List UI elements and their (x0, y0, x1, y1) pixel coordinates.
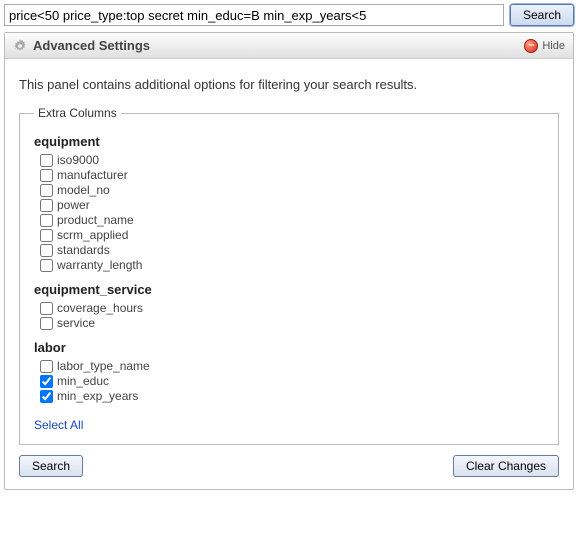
checkbox-label: coverage_hours (57, 301, 143, 315)
hide-label: Hide (542, 40, 565, 52)
checkbox-row-product_name[interactable]: product_name (40, 213, 544, 227)
checkbox-label: standards (57, 243, 110, 257)
checkbox-model_no[interactable] (40, 184, 53, 197)
checkbox-label: min_exp_years (57, 389, 138, 403)
checkbox-row-model_no[interactable]: model_no (40, 183, 544, 197)
checkbox-warranty_length[interactable] (40, 259, 53, 272)
checkbox-label: labor_type_name (57, 359, 150, 373)
clear-changes-button[interactable]: Clear Changes (453, 455, 559, 477)
search-button-top[interactable]: Search (510, 4, 574, 26)
checkbox-label: iso9000 (57, 153, 99, 167)
checkbox-min_educ[interactable] (40, 375, 53, 388)
checkbox-manufacturer[interactable] (40, 169, 53, 182)
checkbox-label: power (57, 198, 90, 212)
panel-header: Advanced Settings – Hide (5, 33, 573, 59)
checkbox-label: model_no (57, 183, 110, 197)
group-title-labor: labor (34, 340, 544, 355)
checkbox-row-labor_type_name[interactable]: labor_type_name (40, 359, 544, 373)
group-title-equipment: equipment (34, 134, 544, 149)
checkbox-row-power[interactable]: power (40, 198, 544, 212)
checkbox-row-min_exp_years[interactable]: min_exp_years (40, 389, 544, 403)
checkbox-row-standards[interactable]: standards (40, 243, 544, 257)
checkbox-min_exp_years[interactable] (40, 390, 53, 403)
advanced-settings-panel: Advanced Settings – Hide This panel cont… (4, 32, 574, 490)
checkbox-iso9000[interactable] (40, 154, 53, 167)
group-title-equipment-service: equipment_service (34, 282, 544, 297)
panel-description: This panel contains additional options f… (19, 77, 559, 92)
checkbox-label: warranty_length (57, 258, 142, 272)
checkbox-product_name[interactable] (40, 214, 53, 227)
checkbox-label: manufacturer (57, 168, 128, 182)
minus-icon: – (524, 39, 538, 53)
checkbox-row-iso9000[interactable]: iso9000 (40, 153, 544, 167)
checkbox-row-scrm_applied[interactable]: scrm_applied (40, 228, 544, 242)
select-all-link[interactable]: Select All (34, 418, 83, 432)
extra-columns-fieldset: Extra Columns equipment iso9000manufactu… (19, 106, 559, 445)
checkbox-row-service[interactable]: service (40, 316, 544, 330)
checkbox-label: service (57, 316, 95, 330)
checkbox-label: product_name (57, 213, 134, 227)
checkbox-label: min_educ (57, 374, 109, 388)
panel-title: Advanced Settings (33, 38, 518, 53)
extra-columns-legend: Extra Columns (34, 106, 121, 120)
checkbox-coverage_hours[interactable] (40, 302, 53, 315)
checkbox-row-manufacturer[interactable]: manufacturer (40, 168, 544, 182)
checkbox-power[interactable] (40, 199, 53, 212)
checkbox-standards[interactable] (40, 244, 53, 257)
checkbox-labor_type_name[interactable] (40, 360, 53, 373)
checkbox-label: scrm_applied (57, 228, 128, 242)
checkbox-row-coverage_hours[interactable]: coverage_hours (40, 301, 544, 315)
search-input[interactable] (4, 4, 504, 26)
checkbox-row-warranty_length[interactable]: warranty_length (40, 258, 544, 272)
checkbox-scrm_applied[interactable] (40, 229, 53, 242)
gear-icon (13, 39, 27, 53)
checkbox-row-min_educ[interactable]: min_educ (40, 374, 544, 388)
search-button-bottom[interactable]: Search (19, 455, 83, 477)
checkbox-service[interactable] (40, 317, 53, 330)
hide-button[interactable]: – Hide (524, 39, 565, 53)
